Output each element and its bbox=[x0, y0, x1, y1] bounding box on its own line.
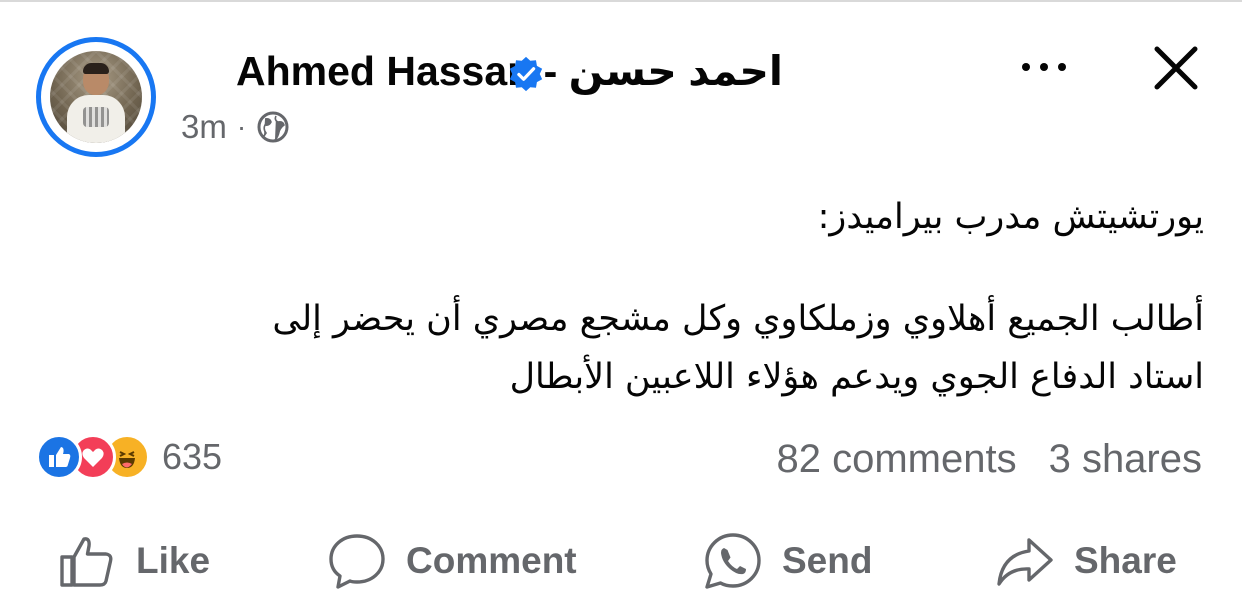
share-label: Share bbox=[1074, 540, 1177, 581]
post-meta: 3m · bbox=[181, 108, 290, 146]
post-text-line: استاد الدفاع الجوي ويدعم هؤلاء اللاعبين … bbox=[509, 357, 1204, 397]
reaction-count: 635 bbox=[162, 436, 223, 477]
avatar[interactable] bbox=[36, 37, 156, 157]
top-divider bbox=[0, 0, 1242, 2]
post-time[interactable]: 3m bbox=[181, 108, 227, 146]
comment-button[interactable]: Comment bbox=[326, 530, 577, 592]
whatsapp-icon bbox=[705, 533, 761, 589]
post-text-blank-line bbox=[54, 246, 1204, 290]
comment-label: Comment bbox=[406, 540, 577, 581]
post-stats: 82 comments 3 shares bbox=[776, 437, 1202, 482]
shares-count[interactable]: 3 shares bbox=[1049, 437, 1202, 482]
like-reaction-icon bbox=[36, 434, 82, 480]
close-icon[interactable] bbox=[1148, 40, 1204, 96]
reactions-summary[interactable]: 635 bbox=[36, 434, 222, 480]
post-text-line: يورتشيتش مدرب بيراميدز: bbox=[817, 197, 1204, 237]
more-options-icon[interactable] bbox=[1014, 52, 1074, 82]
comments-count[interactable]: 82 comments bbox=[776, 437, 1016, 482]
profile-photo bbox=[50, 51, 142, 143]
share-button[interactable]: Share bbox=[994, 530, 1177, 592]
send-label: Send bbox=[782, 540, 873, 581]
comment-bubble-icon bbox=[329, 534, 385, 589]
send-button[interactable]: Send bbox=[702, 530, 872, 592]
like-button[interactable]: Like bbox=[56, 530, 210, 592]
thumbs-up-icon bbox=[60, 537, 113, 587]
globe-icon bbox=[257, 111, 289, 143]
action-bar: Like Comment Send Share bbox=[0, 530, 1242, 600]
share-arrow-icon bbox=[997, 538, 1053, 586]
post-text-line: أطالب الجميع أهلاوي وزملكاوي وكل مشجع مص… bbox=[272, 299, 1204, 339]
post-text: يورتشيتش مدرب بيراميدز: أطالب الجميع أهل… bbox=[54, 188, 1204, 406]
like-label: Like bbox=[136, 540, 211, 581]
meta-separator: · bbox=[236, 111, 247, 142]
verified-badge-icon bbox=[509, 56, 543, 92]
